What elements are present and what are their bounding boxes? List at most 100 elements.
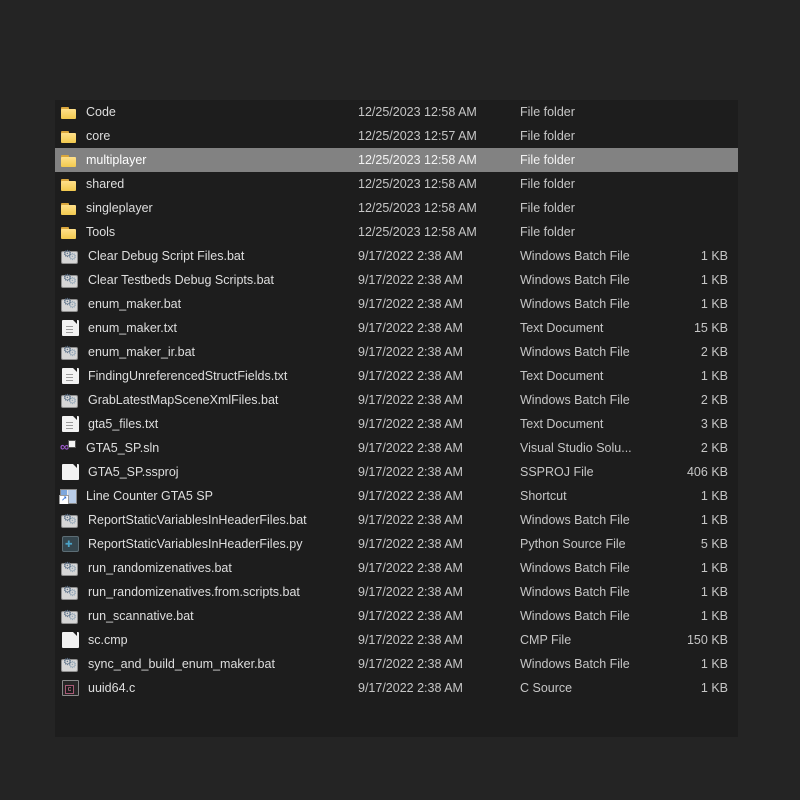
file-name-cell: sync_and_build_enum_maker.bat (55, 657, 358, 672)
file-type: CMP File (520, 633, 572, 647)
file-list-panel: Code 12/25/2023 12:58 AM File folder cor… (55, 100, 738, 737)
file-name: Code (86, 105, 116, 119)
file-size: 1 KB (700, 657, 728, 671)
file-row[interactable]: enum_maker.txt 9/17/2022 2:38 AM Text Do… (55, 316, 738, 340)
file-type: Windows Batch File (520, 585, 630, 599)
file-size: 1 KB (700, 249, 728, 263)
bat-icon (61, 249, 78, 264)
date-modified: 12/25/2023 12:58 AM (358, 177, 477, 191)
file-name-cell: GTA5_SP.ssproj (55, 464, 358, 480)
file-row[interactable]: Code 12/25/2023 12:58 AM File folder (55, 100, 738, 124)
txt-icon (62, 320, 79, 336)
file-row[interactable]: Line Counter GTA5 SP 9/17/2022 2:38 AM S… (55, 484, 738, 508)
file-size: 1 KB (700, 297, 728, 311)
file-row[interactable]: ReportStaticVariablesInHeaderFiles.py 9/… (55, 532, 738, 556)
file-row[interactable]: GTA5_SP.sln 9/17/2022 2:38 AM Visual Stu… (55, 436, 738, 460)
file-name: Clear Debug Script Files.bat (88, 249, 245, 263)
file-row[interactable]: sc.cmp 9/17/2022 2:38 AM CMP File 150 KB (55, 628, 738, 652)
file-row[interactable]: FindingUnreferencedStructFields.txt 9/17… (55, 364, 738, 388)
file-row[interactable]: GrabLatestMapSceneXmlFiles.bat 9/17/2022… (55, 388, 738, 412)
file-type: Windows Batch File (520, 657, 630, 671)
file-type: File folder (520, 225, 575, 239)
date-modified: 9/17/2022 2:38 AM (358, 345, 463, 359)
file-name-cell: singleplayer (55, 200, 358, 217)
file-row[interactable]: ReportStaticVariablesInHeaderFiles.bat 9… (55, 508, 738, 532)
shortcut-icon (59, 489, 77, 504)
date-modified: 9/17/2022 2:38 AM (358, 513, 463, 527)
date-modified: 12/25/2023 12:58 AM (358, 153, 477, 167)
file-type: SSPROJ File (520, 465, 594, 479)
file-type: C Source (520, 681, 573, 695)
file-row[interactable]: enum_maker.bat 9/17/2022 2:38 AM Windows… (55, 292, 738, 316)
file-row[interactable]: run_scannative.bat 9/17/2022 2:38 AM Win… (55, 604, 738, 628)
file-size: 15 KB (693, 321, 728, 335)
file-name: multiplayer (86, 153, 147, 167)
file-row[interactable]: shared 12/25/2023 12:58 AM File folder (55, 172, 738, 196)
file-name-cell: Code (55, 104, 358, 121)
file-row[interactable]: Clear Testbeds Debug Scripts.bat 9/17/20… (55, 268, 738, 292)
file-row[interactable]: Tools 12/25/2023 12:58 AM File folder (55, 220, 738, 244)
folder-icon (60, 128, 77, 145)
file-name: ReportStaticVariablesInHeaderFiles.bat (88, 513, 307, 527)
file-name-cell: GTA5_SP.sln (55, 439, 358, 457)
file-row[interactable]: sync_and_build_enum_maker.bat 9/17/2022 … (55, 652, 738, 676)
file-name-cell: FindingUnreferencedStructFields.txt (55, 368, 358, 384)
file-size: 2 KB (700, 441, 728, 455)
file-size: 1 KB (700, 585, 728, 599)
date-modified: 9/17/2022 2:38 AM (358, 537, 463, 551)
file-size: 1 KB (700, 489, 728, 503)
bat-icon (61, 273, 78, 288)
file-name-cell: enum_maker.bat (55, 297, 358, 312)
date-modified: 9/17/2022 2:38 AM (358, 369, 463, 383)
file-name: shared (86, 177, 125, 191)
file-row[interactable]: multiplayer 12/25/2023 12:58 AM File fol… (55, 148, 738, 172)
file-name-cell: Clear Debug Script Files.bat (55, 249, 358, 264)
folder-icon (60, 176, 77, 193)
file-name-cell: run_randomizenatives.bat (55, 561, 358, 576)
file-row[interactable]: gta5_files.txt 9/17/2022 2:38 AM Text Do… (55, 412, 738, 436)
file-name-cell: Clear Testbeds Debug Scripts.bat (55, 273, 358, 288)
bat-icon (61, 609, 78, 624)
file-row[interactable]: singleplayer 12/25/2023 12:58 AM File fo… (55, 196, 738, 220)
file-name-cell: sc.cmp (55, 632, 358, 648)
file-name: enum_maker.bat (88, 297, 182, 311)
file-row[interactable]: run_randomizenatives.from.scripts.bat 9/… (55, 580, 738, 604)
file-list: Code 12/25/2023 12:58 AM File folder cor… (55, 100, 738, 700)
file-type: Windows Batch File (520, 393, 630, 407)
file-name: sync_and_build_enum_maker.bat (88, 657, 275, 671)
file-size: 2 KB (700, 345, 728, 359)
file-row[interactable]: uuid64.c 9/17/2022 2:38 AM C Source 1 KB (55, 676, 738, 700)
file-row[interactable]: Clear Debug Script Files.bat 9/17/2022 2… (55, 244, 738, 268)
date-modified: 12/25/2023 12:58 AM (358, 225, 477, 239)
date-modified: 12/25/2023 12:58 AM (358, 105, 477, 119)
date-modified: 9/17/2022 2:38 AM (358, 561, 463, 575)
file-name: sc.cmp (88, 633, 128, 647)
file-size: 1 KB (700, 609, 728, 623)
file-row[interactable]: enum_maker_ir.bat 9/17/2022 2:38 AM Wind… (55, 340, 738, 364)
file-type: File folder (520, 153, 575, 167)
file-name-cell: shared (55, 176, 358, 193)
bat-icon (61, 561, 78, 576)
file-type: File folder (520, 105, 575, 119)
file-name: Tools (86, 225, 116, 239)
file-name-cell: run_scannative.bat (55, 609, 358, 624)
file-name-cell: ReportStaticVariablesInHeaderFiles.py (55, 536, 358, 552)
file-name-cell: core (55, 128, 358, 145)
file-name-cell: Line Counter GTA5 SP (55, 488, 358, 504)
file-type: Windows Batch File (520, 513, 630, 527)
file-size: 5 KB (700, 537, 728, 551)
file-name-cell: enum_maker.txt (55, 320, 358, 336)
file-name-cell: ReportStaticVariablesInHeaderFiles.bat (55, 513, 358, 528)
file-size: 406 KB (686, 465, 728, 479)
file-name: gta5_files.txt (88, 417, 159, 431)
file-row[interactable]: GTA5_SP.ssproj 9/17/2022 2:38 AM SSPROJ … (55, 460, 738, 484)
file-row[interactable]: run_randomizenatives.bat 9/17/2022 2:38 … (55, 556, 738, 580)
date-modified: 9/17/2022 2:38 AM (358, 465, 463, 479)
file-size: 1 KB (700, 561, 728, 575)
txt-icon (62, 416, 79, 432)
file-name-cell: gta5_files.txt (55, 416, 358, 432)
file-name: GrabLatestMapSceneXmlFiles.bat (88, 393, 279, 407)
file-type: Windows Batch File (520, 345, 630, 359)
file-row[interactable]: core 12/25/2023 12:57 AM File folder (55, 124, 738, 148)
file-name: run_randomizenatives.bat (88, 561, 232, 575)
